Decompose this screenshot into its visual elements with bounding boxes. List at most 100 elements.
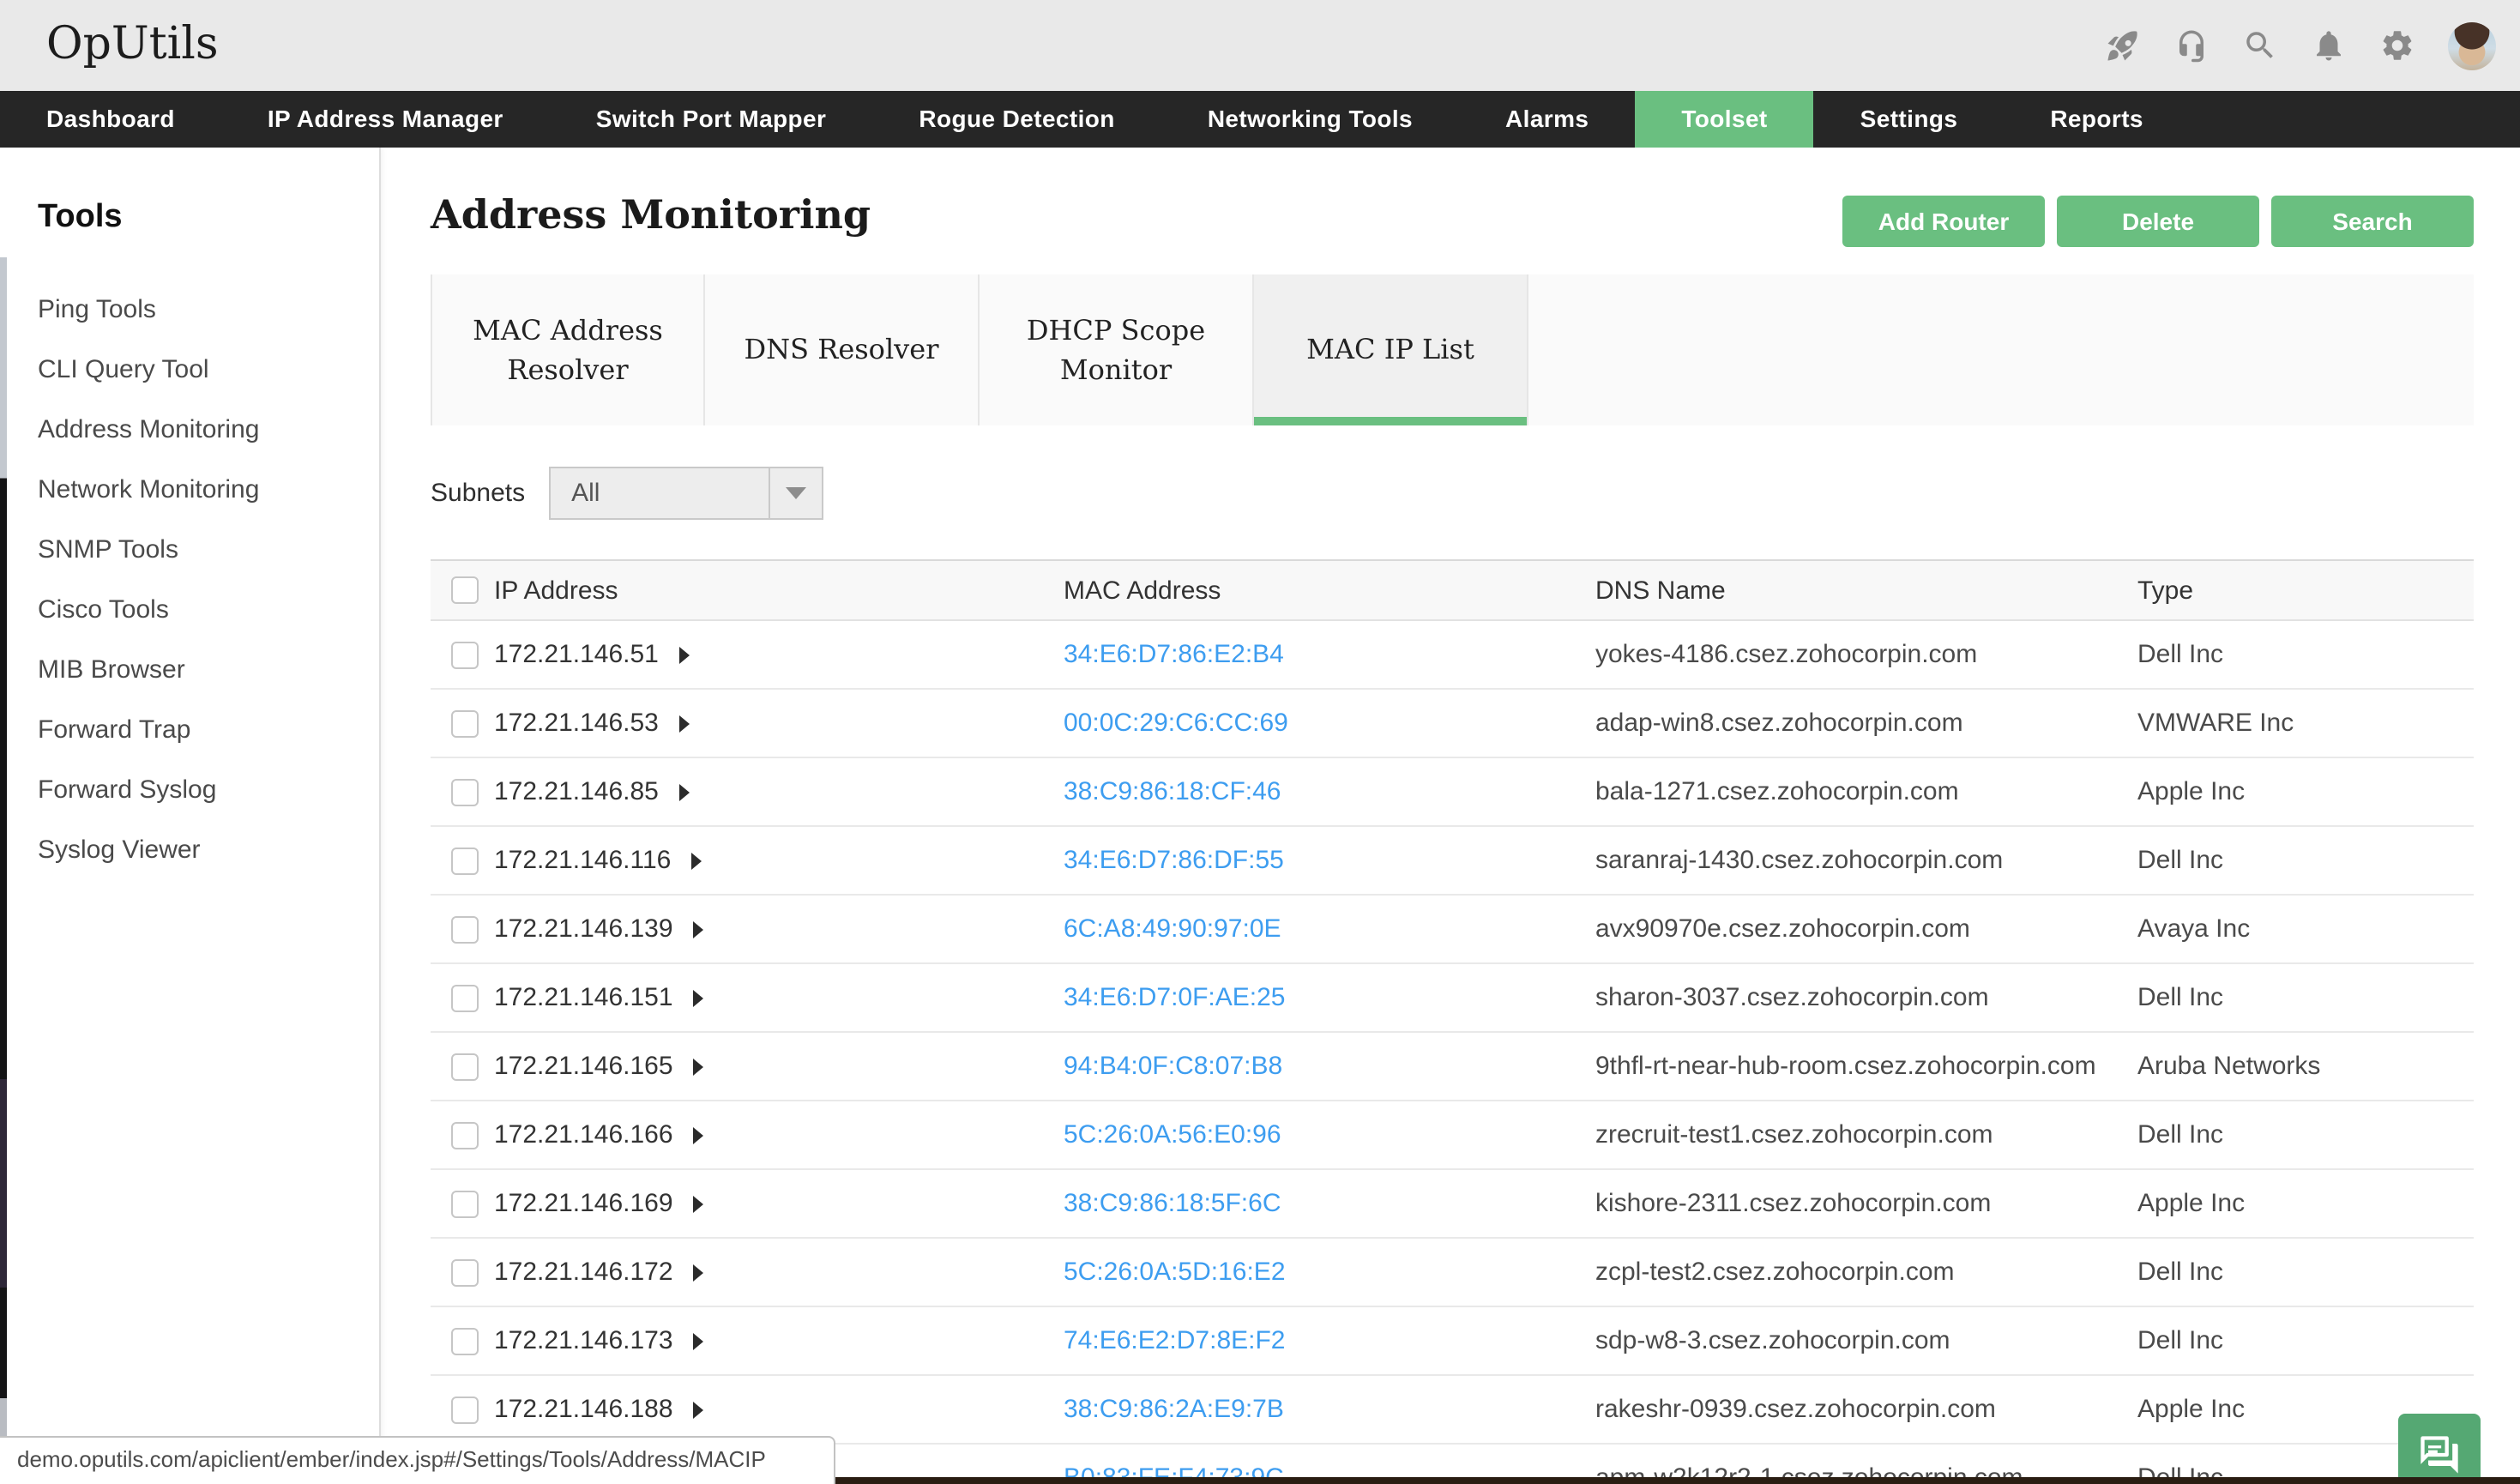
nav-item-networking-tools[interactable]: Networking Tools [1161,91,1459,148]
screen-edge-artifact-left [0,257,7,1484]
row-expand-arrow-icon[interactable] [679,715,690,732]
row-expand-arrow-icon[interactable] [694,1264,704,1281]
row-checkbox[interactable] [451,1327,479,1354]
dns-name-value: rakeshr-0939.csez.zohocorpin.com [1595,1395,2137,1424]
subnets-dropdown-arrow[interactable] [769,468,822,518]
app-window: OpUtils DashboardIP Address ManagerSwitc… [0,0,2520,1484]
row-checkbox[interactable] [451,709,479,737]
delete-button[interactable]: Delete [2057,196,2259,247]
row-checkbox[interactable] [451,847,479,874]
mac-address-link[interactable]: 74:E6:E2:D7:8E:F2 [1064,1326,1595,1355]
mac-address-link[interactable]: 5C:26:0A:5D:16:E2 [1064,1258,1595,1287]
dns-name-value: yokes-4186.csez.zohocorpin.com [1595,640,2137,669]
add-router-button[interactable]: Add Router [1842,196,2045,247]
type-value: Dell Inc [2137,1258,2474,1287]
type-value: Apple Inc [2137,777,2474,806]
sidebar-item-address-monitoring[interactable]: Address Monitoring [0,400,379,460]
sidebar-item-mib-browser[interactable]: MIB Browser [0,640,379,700]
headset-icon[interactable] [2173,27,2210,63]
row-expand-arrow-icon[interactable] [694,1401,704,1418]
row-checkbox[interactable] [451,915,479,943]
ip-address-value: 172.21.146.53 [494,709,659,738]
rocket-icon[interactable] [2105,27,2141,63]
tab-dhcp-scope-monitor[interactable]: DHCP Scope Monitor [980,274,1254,425]
mac-address-link[interactable]: 38:C9:86:18:CF:46 [1064,777,1595,806]
row-checkbox[interactable] [451,984,479,1011]
subnets-label: Subnets [431,479,525,508]
type-value: Dell Inc [2137,1120,2474,1149]
mac-address-link[interactable]: 34:E6:D7:86:E2:B4 [1064,640,1595,669]
sidebar-item-syslog-viewer[interactable]: Syslog Viewer [0,820,379,880]
row-checkbox[interactable] [451,641,479,668]
row-expand-arrow-icon[interactable] [694,989,704,1006]
search-button[interactable]: Search [2271,196,2474,247]
row-expand-arrow-icon[interactable] [694,1332,704,1349]
row-expand-arrow-icon[interactable] [691,852,702,869]
ip-address-value: 172.21.146.188 [494,1395,673,1424]
row-expand-arrow-icon[interactable] [694,1195,704,1212]
sidebar-item-cisco-tools[interactable]: Cisco Tools [0,580,379,640]
row-expand-arrow-icon[interactable] [679,783,690,800]
bell-icon[interactable] [2311,27,2347,63]
nav-item-alarms[interactable]: Alarms [1459,91,1635,148]
sidebar-item-cli-query-tool[interactable]: CLI Query Tool [0,340,379,400]
sidebar-item-network-monitoring[interactable]: Network Monitoring [0,460,379,520]
ip-address-value: 172.21.146.85 [494,777,659,806]
sidebar-item-forward-trap[interactable]: Forward Trap [0,700,379,760]
dns-name-value: adap-win8.csez.zohocorpin.com [1595,709,2137,738]
tab-mac-ip-list[interactable]: MAC IP List [1254,274,1528,425]
top-header-bar: OpUtils [0,0,2520,91]
nav-item-toolset[interactable]: Toolset [1635,91,1813,148]
tab-mac-address-resolver[interactable]: MAC Address Resolver [431,274,705,425]
table-row: 172.21.146.16938:C9:86:18:5F:6Ckishore-2… [431,1170,2474,1239]
row-expand-arrow-icon[interactable] [679,646,690,663]
subnets-dropdown[interactable]: All [549,467,823,520]
type-value: Apple Inc [2137,1189,2474,1218]
row-checkbox[interactable] [451,1258,479,1286]
sidebar-item-snmp-tools[interactable]: SNMP Tools [0,520,379,580]
table-row: 172.21.146.1396C:A8:49:90:97:0Eavx90970e… [431,896,2474,964]
dns-name-value: sharon-3037.csez.zohocorpin.com [1595,983,2137,1012]
row-checkbox[interactable] [451,1396,479,1423]
row-expand-arrow-icon[interactable] [694,1058,704,1075]
row-expand-arrow-icon[interactable] [694,920,704,938]
type-value: VMWARE Inc [2137,709,2474,738]
mac-address-link[interactable]: 34:E6:D7:86:DF:55 [1064,846,1595,875]
dns-name-value: saranraj-1430.csez.zohocorpin.com [1595,846,2137,875]
nav-item-settings[interactable]: Settings [1814,91,2005,148]
type-value: Avaya Inc [2137,914,2474,944]
nav-item-ip-address-manager[interactable]: IP Address Manager [221,91,550,148]
row-checkbox[interactable] [451,1190,479,1217]
subnet-filter-row: Subnets All [431,467,823,520]
select-all-checkbox[interactable] [451,576,479,604]
search-icon[interactable] [2242,27,2278,63]
mac-address-link[interactable]: 5C:26:0A:56:E0:96 [1064,1120,1595,1149]
gear-icon[interactable] [2379,27,2415,63]
ip-address-value: 172.21.146.166 [494,1120,673,1149]
row-expand-arrow-icon[interactable] [694,1126,704,1143]
nav-item-dashboard[interactable]: Dashboard [0,91,221,148]
row-checkbox[interactable] [451,1053,479,1080]
nav-item-rogue-detection[interactable]: Rogue Detection [872,91,1161,148]
nav-item-reports[interactable]: Reports [2004,91,2190,148]
chat-feedback-button[interactable] [2398,1414,2481,1484]
page-title: Address Monitoring [431,192,871,238]
mac-address-link[interactable]: 38:C9:86:18:5F:6C [1064,1189,1595,1218]
row-checkbox[interactable] [451,1121,479,1149]
main-nav: DashboardIP Address ManagerSwitch Port M… [0,91,2520,148]
mac-address-link[interactable]: 94:B4:0F:C8:07:B8 [1064,1052,1595,1081]
row-checkbox[interactable] [451,778,479,805]
nav-item-switch-port-mapper[interactable]: Switch Port Mapper [550,91,873,148]
mac-address-link[interactable]: 38:C9:86:2A:E9:7B [1064,1395,1595,1424]
tab-dns-resolver[interactable]: DNS Resolver [705,274,980,425]
mac-address-link[interactable]: 6C:A8:49:90:97:0E [1064,914,1595,944]
mac-address-link[interactable]: 34:E6:D7:0F:AE:25 [1064,983,1595,1012]
sidebar-item-forward-syslog[interactable]: Forward Syslog [0,760,379,820]
mac-address-link[interactable]: 00:0C:29:C6:CC:69 [1064,709,1595,738]
app-logo: OpUtils [46,19,219,70]
table-body: 172.21.146.5134:E6:D7:86:E2:B4yokes-4186… [431,621,2474,1484]
sidebar-item-ping-tools[interactable]: Ping Tools [0,280,379,340]
table-row: 172.21.146.5134:E6:D7:86:E2:B4yokes-4186… [431,621,2474,690]
col-header-type: Type [2137,576,2474,605]
user-avatar[interactable] [2448,21,2496,69]
